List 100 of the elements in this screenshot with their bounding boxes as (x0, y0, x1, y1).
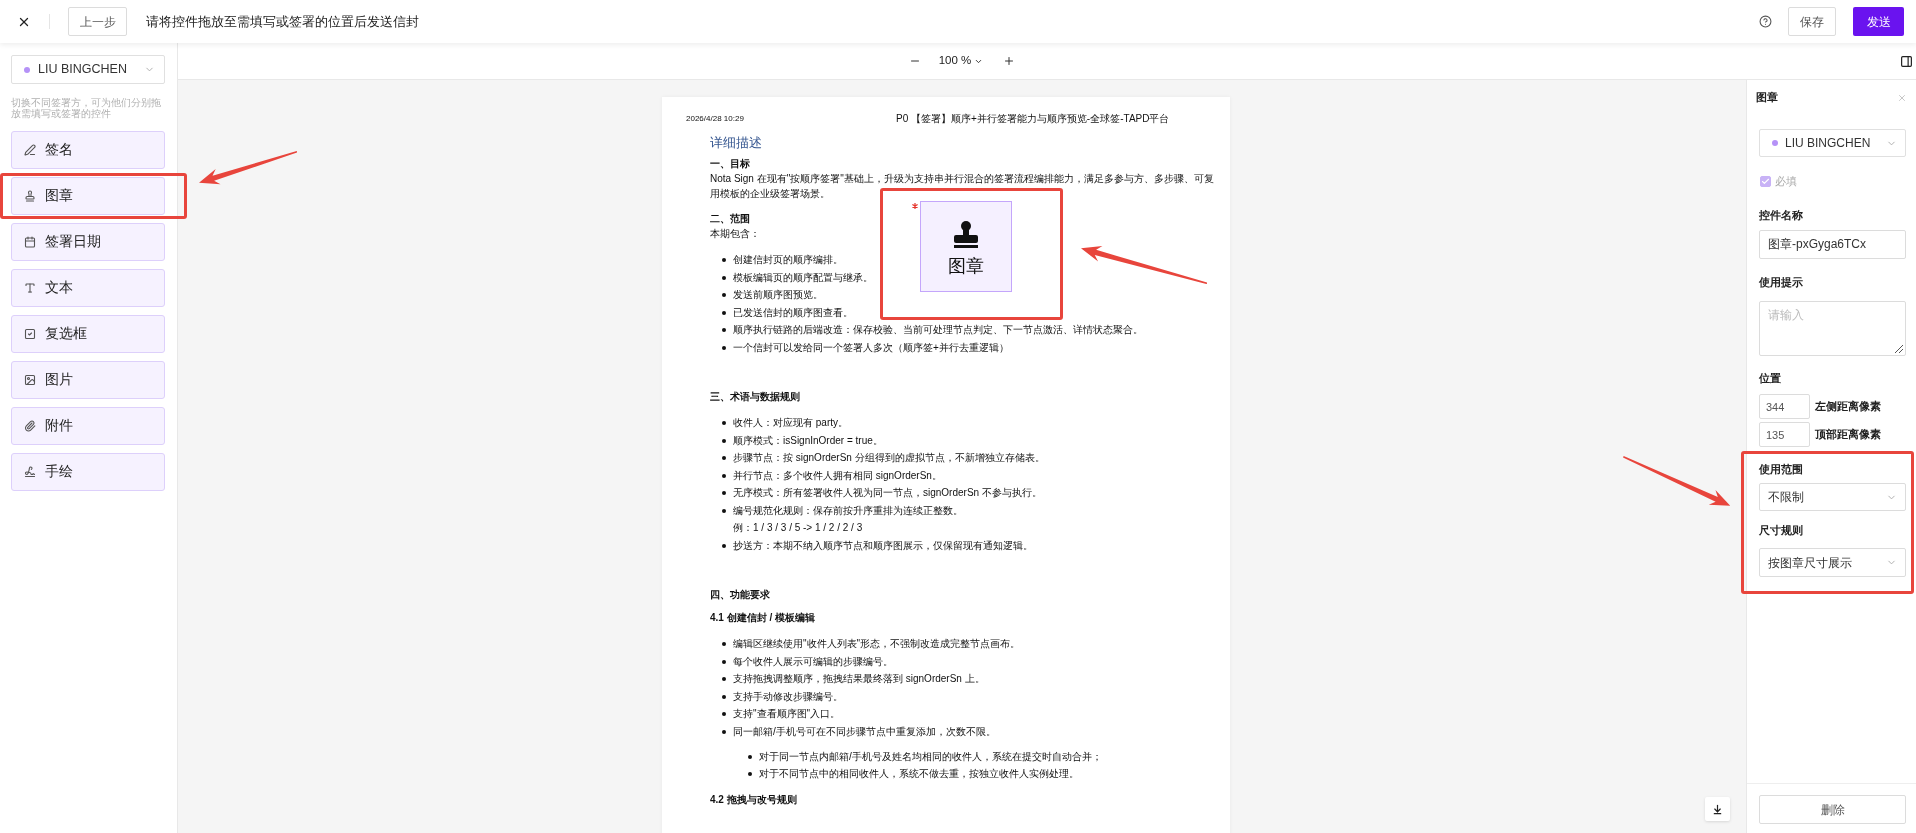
bullet-icon (722, 473, 726, 478)
bullet-icon (722, 293, 726, 297)
bullet-icon (748, 754, 752, 759)
field-item[interactable]: 图片 (11, 361, 165, 399)
bullet-icon (722, 258, 726, 262)
section-heading: 四、功能要求 (710, 588, 770, 602)
pen-icon (24, 144, 36, 156)
position-input[interactable]: 344 (1759, 394, 1810, 419)
paperclip-icon (24, 420, 36, 432)
bullet-text: 无序模式：所有签署收件人视为同一节点，signOrderSn 不参与执行。 (733, 486, 1042, 500)
field-item[interactable]: 手绘 (11, 453, 165, 491)
bullet-icon (722, 438, 726, 443)
help-button[interactable] (1759, 15, 1772, 28)
signer-dropdown[interactable]: LIU BINGCHEN (11, 55, 165, 84)
field-name-input[interactable]: 图章-pxGyga6TCx (1759, 230, 1906, 259)
signer-select[interactable]: LIU BINGCHEN (1759, 129, 1906, 157)
bullet-text: 抄送方：本期不纳入顺序节点和顺序图展示，仅保留现有通知逻辑。 (733, 538, 1033, 553)
field-item[interactable]: 图章 (11, 177, 165, 215)
plus-icon (1003, 55, 1016, 67)
position-caption: 顶部距离像素 (1815, 427, 1881, 443)
field-item[interactable]: 签名 (11, 131, 165, 169)
document-date: 2026/4/28 10:29 (686, 114, 745, 124)
bullet-text: 步骤节点：按 signOrderSn 分组得到的虚拟节点，不新增独立存储表。 (733, 451, 1045, 465)
send-button[interactable]: 发送 (1853, 7, 1904, 36)
stamp-icon (953, 221, 979, 248)
bullet-text: 同一邮箱/手机号可在不同步骤节点中重复添加，次数不限。 (733, 724, 996, 739)
required-label: 必填 (1775, 173, 1797, 189)
sidebar-hint: 切换不同签署方，可为他们分别拖放需填写或签署的控件 (11, 97, 162, 119)
bullet-text: 顺序模式：isSignInOrder = true。 (733, 433, 883, 448)
download-icon (1712, 803, 1723, 815)
close-icon (1897, 92, 1907, 103)
paragraph: Nota Sign 在现有"按顺序签署"基础上，升级为支持串并行混合的签署流程编排能力，满足多参与方、多步骤、可复用模板的企业级签署场景。 (710, 172, 1215, 201)
bullet-text: 每个收件人展示可编辑的步骤编号。 (733, 654, 893, 669)
section-heading: 二、范围 (710, 212, 750, 226)
bullet-icon (722, 328, 726, 332)
bullet-icon (722, 345, 726, 350)
usage-scope-label: 使用范围 (1759, 462, 1804, 476)
bullet-text: 支持"查看顺序图"入口。 (733, 707, 841, 721)
bullet-icon (722, 659, 726, 664)
bullet-text: 编号规范化规则：保存前按升序重排为连续正整数。 (733, 503, 963, 518)
bullet-text: 创建信封页的顺序编排。 (733, 253, 843, 267)
field-item[interactable]: 复选框 (11, 315, 165, 353)
download-button[interactable] (1705, 797, 1730, 821)
bullet-text: 支持手动修改步骤编号。 (733, 689, 843, 704)
bullet-icon (722, 310, 726, 315)
size-rule-select[interactable]: 按图章尺寸展示 (1759, 548, 1906, 577)
bullet-text: 对于同一节点内邮箱/手机号及姓名均相同的收件人，系统在提交时自动合并； (759, 749, 1102, 764)
usage-hint-textarea[interactable]: 请输入 (1759, 301, 1906, 356)
position-input[interactable]: 135 (1759, 422, 1810, 447)
zoom-in-button[interactable] (1003, 55, 1016, 67)
image-icon (24, 374, 36, 386)
field-item[interactable]: 签署日期 (11, 223, 165, 261)
help-icon (1759, 15, 1772, 28)
stamp-icon (24, 190, 36, 202)
bullet-text: 发送前顺序图预览。 (733, 288, 823, 302)
bullet-text: 顺序执行链路的后端改造：保存校验、当前可处理节点判定、下一节点激活、详情状态聚合。 (733, 323, 1143, 337)
save-button[interactable]: 保存 (1788, 7, 1836, 36)
back-button[interactable]: 上一步 (68, 7, 127, 36)
field-name-label: 控件名称 (1759, 208, 1804, 222)
bullet-icon (722, 508, 726, 513)
page-instruction: 请将控件拖放至需填写或签署的位置后发送信封 (146, 12, 419, 31)
bullet-icon (722, 677, 726, 681)
subsection-heading: 4.1 创建信封 / 模板编辑 (710, 611, 815, 625)
bullet-text: 并行节点：多个收件人拥有相同 signOrderSn。 (733, 468, 942, 483)
bullet-icon (722, 275, 726, 280)
bullet-icon (722, 421, 726, 425)
stamp-field[interactable]: 图章 (920, 201, 1012, 292)
paragraph: 本期包含： (710, 227, 760, 241)
example-text: 例：1 / 3 / 3 / 5 -> 1 / 2 / 2 / 3 (733, 521, 863, 535)
bullet-icon (722, 543, 726, 548)
usage-hint-label: 使用提示 (1759, 275, 1804, 289)
position-caption: 左侧距离像素 (1815, 399, 1881, 415)
field-item[interactable]: 文本 (11, 269, 165, 307)
panel-icon (1900, 54, 1913, 68)
bullet-text: 一个信封可以发给同一个签署人多次（顺序签+并行去重逻辑） (733, 340, 1009, 355)
panel-toggle-button[interactable] (1900, 54, 1913, 68)
bullet-icon (722, 456, 726, 460)
delete-button[interactable]: 删除 (1759, 795, 1906, 824)
text-icon (24, 282, 36, 294)
document-heading: 详细描述 (710, 134, 762, 151)
section-heading: 一、目标 (710, 157, 750, 171)
bullet-icon (722, 491, 726, 495)
field-item[interactable]: 附件 (11, 407, 165, 445)
zoom-level-dropdown[interactable]: 100 % (938, 52, 984, 70)
document-header-title: P0 【签署】顺序+并行签署能力与顺序预览-全球签-TAPD平台 (896, 114, 1170, 124)
usage-scope-select[interactable]: 不限制 (1759, 483, 1906, 511)
panel-title: 图章 (1756, 90, 1778, 106)
resize-handle-icon[interactable] (1895, 345, 1903, 353)
size-rule-label: 尺寸规则 (1759, 523, 1804, 537)
subsection-heading: 4.2 拖拽与改号规则 (710, 792, 797, 807)
bullet-text: 对于不同节点中的相同收件人，系统不做去重，按独立收件人实例处理。 (759, 767, 1079, 781)
check-icon (1761, 176, 1770, 186)
bullet-icon (722, 642, 726, 646)
section-heading: 三、术语与数据规则 (710, 390, 800, 404)
bullet-text: 编辑区继续使用"收件人列表"形态，不强制改造成完整节点画布。 (733, 637, 1021, 651)
bullet-icon (748, 772, 752, 776)
position-label: 位置 (1759, 371, 1782, 385)
checkbox-icon (24, 328, 36, 340)
bullet-text: 模板编辑页的顺序配置与继承。 (733, 270, 873, 285)
bullet-icon (722, 712, 726, 716)
